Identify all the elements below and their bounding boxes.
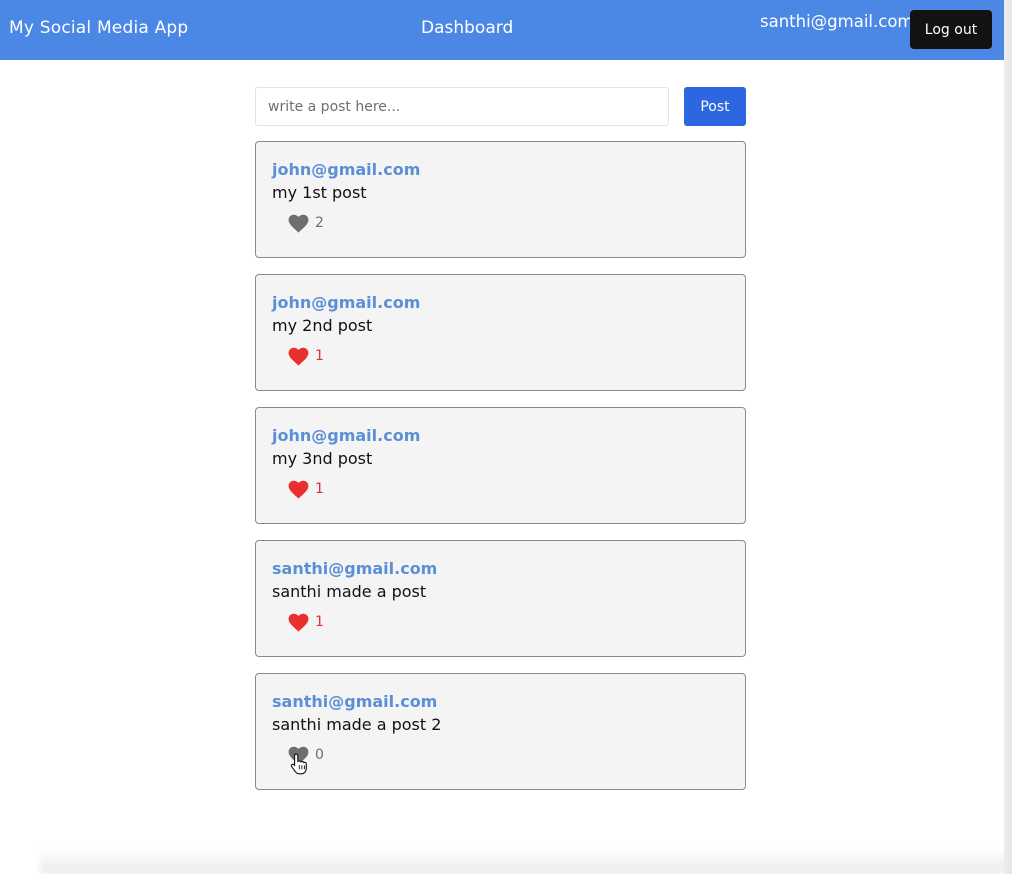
post-text: my 1st post bbox=[272, 183, 367, 202]
post-card: santhi@gmail.com santhi made a post 2 0 bbox=[255, 673, 746, 790]
bottom-shadow bbox=[40, 848, 1012, 874]
like-button[interactable] bbox=[287, 612, 309, 632]
like-row: 1 bbox=[287, 346, 324, 366]
current-user-email: santhi@gmail.com bbox=[760, 12, 914, 31]
like-count: 1 bbox=[315, 348, 324, 364]
post-author-link[interactable]: john@gmail.com bbox=[272, 293, 420, 312]
like-button[interactable] bbox=[287, 213, 309, 233]
post-card: john@gmail.com my 3nd post 1 bbox=[255, 407, 746, 524]
post-text: my 3nd post bbox=[272, 449, 373, 468]
post-button[interactable]: Post bbox=[684, 87, 746, 126]
like-count: 1 bbox=[315, 614, 324, 630]
like-row: 1 bbox=[287, 479, 324, 499]
post-author-link[interactable]: john@gmail.com bbox=[272, 160, 420, 179]
scrollbar-gutter bbox=[1004, 0, 1012, 874]
heart-icon bbox=[288, 480, 308, 499]
heart-icon bbox=[288, 347, 308, 366]
logout-button[interactable]: Log out bbox=[910, 10, 992, 49]
app-brand[interactable]: My Social Media App bbox=[9, 18, 188, 38]
like-row: 1 bbox=[287, 612, 324, 632]
like-button[interactable] bbox=[287, 346, 309, 366]
top-navbar: My Social Media App Dashboard santhi@gma… bbox=[0, 0, 1004, 60]
post-card: santhi@gmail.com santhi made a post 1 bbox=[255, 540, 746, 657]
heart-icon bbox=[288, 214, 308, 233]
post-card: john@gmail.com my 2nd post 1 bbox=[255, 274, 746, 391]
hand-pointer-icon bbox=[290, 753, 307, 775]
post-text: my 2nd post bbox=[272, 316, 373, 335]
post-author-link[interactable]: john@gmail.com bbox=[272, 426, 420, 445]
post-feed: john@gmail.com my 1st post 2 john@gmail.… bbox=[255, 141, 746, 806]
like-count: 1 bbox=[315, 481, 324, 497]
post-author-link[interactable]: santhi@gmail.com bbox=[272, 559, 437, 578]
post-card: john@gmail.com my 1st post 2 bbox=[255, 141, 746, 258]
like-row: 2 bbox=[287, 213, 324, 233]
page-title[interactable]: Dashboard bbox=[421, 18, 513, 38]
like-button[interactable] bbox=[287, 479, 309, 499]
post-input[interactable] bbox=[255, 87, 669, 126]
post-author-link[interactable]: santhi@gmail.com bbox=[272, 692, 437, 711]
post-text: santhi made a post bbox=[272, 582, 427, 601]
heart-icon bbox=[288, 613, 308, 632]
like-count: 0 bbox=[315, 747, 324, 763]
post-text: santhi made a post 2 bbox=[272, 715, 442, 734]
post-composer: Post bbox=[255, 87, 746, 126]
like-count: 2 bbox=[315, 215, 324, 231]
